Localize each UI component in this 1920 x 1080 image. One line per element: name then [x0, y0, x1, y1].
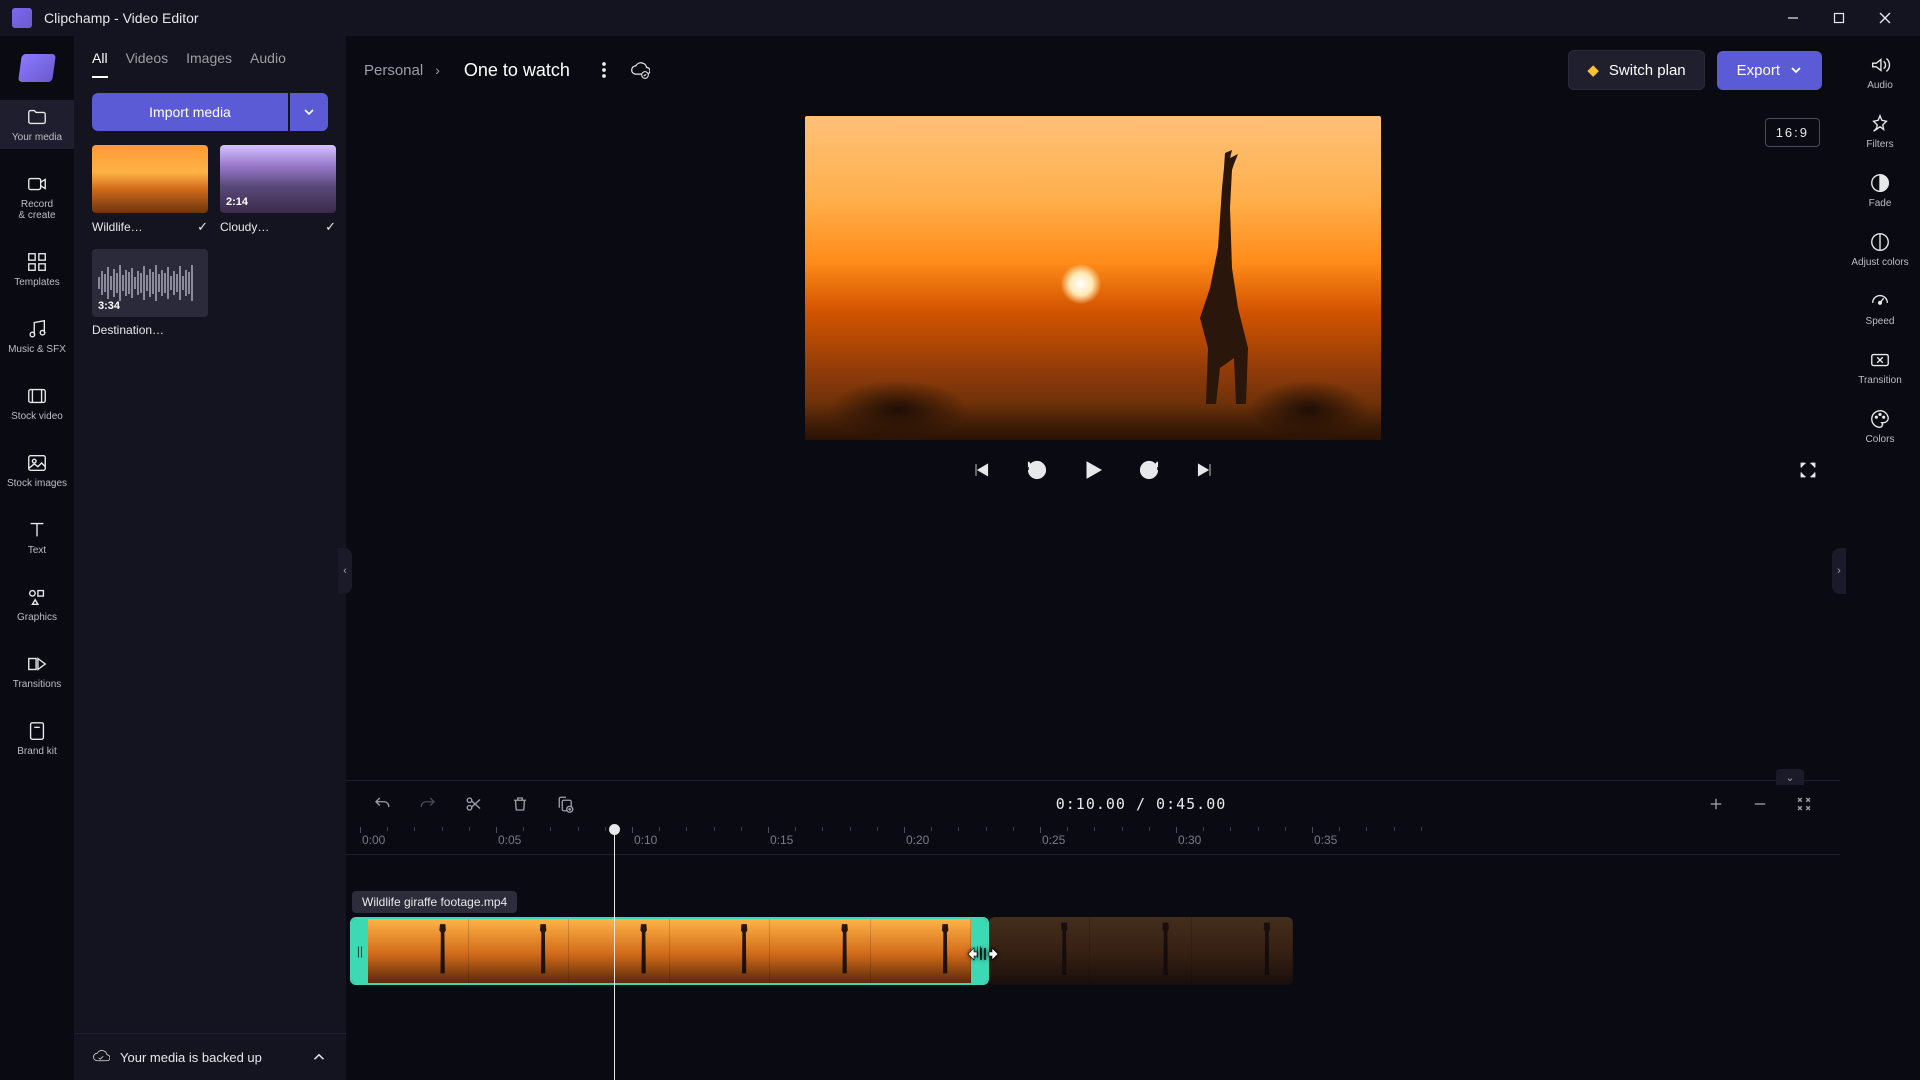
tab-images[interactable]: Images	[186, 50, 232, 78]
check-icon: ✓	[197, 219, 208, 235]
timeline-clip[interactable]: || ||	[350, 917, 989, 985]
play-button[interactable]	[1079, 456, 1107, 484]
skip-forward-button[interactable]	[1191, 456, 1219, 484]
sidebar-item-transitions[interactable]: Transitions	[0, 647, 74, 696]
scene-ground	[805, 404, 1381, 440]
media-thumbnail	[92, 145, 208, 213]
media-name: Wildlife…	[92, 220, 143, 234]
media-duration: 3:34	[98, 300, 120, 312]
chevron-down-icon	[1790, 64, 1802, 76]
title-bar: Clipchamp - Video Editor	[0, 0, 1920, 36]
timeline-toolbar: 0:10.00 / 0:45.00	[346, 781, 1840, 827]
sidebar-item-brand-kit[interactable]: Brand kit	[0, 714, 74, 763]
rewind-button[interactable]	[1023, 456, 1051, 484]
import-media-button[interactable]: Import media	[92, 93, 288, 131]
sidebar-item-stock-video[interactable]: Stock video	[0, 379, 74, 428]
brand-logo-icon	[18, 54, 56, 82]
chevron-down-icon	[303, 106, 315, 118]
media-item[interactable]: Wildlife… ✓	[92, 145, 208, 235]
timeline-ruler[interactable]: 0:000:050:100:150:200:250:300:35	[346, 827, 1840, 855]
tab-all[interactable]: All	[92, 50, 108, 78]
media-item[interactable]: 3:34 Destination…	[92, 249, 208, 337]
scene-giraffe	[1180, 148, 1260, 408]
right-sidebar: › Audio Filters Fade Adjust colors Speed	[1840, 36, 1920, 1080]
check-icon: ✓	[325, 219, 336, 235]
media-duration: 2:14	[226, 196, 248, 208]
backup-status-bar[interactable]: Your media is backed up	[74, 1033, 346, 1080]
maximize-button[interactable]	[1816, 0, 1862, 36]
waveform-icon	[98, 263, 202, 304]
video-preview[interactable]	[805, 116, 1381, 440]
timeline-timestamp: 0:10.00 / 0:45.00	[594, 795, 1688, 813]
kebab-icon	[602, 62, 606, 78]
sidebar-item-text[interactable]: Text	[0, 513, 74, 562]
trim-cursor-icon	[966, 943, 1000, 965]
scene-sun	[1061, 264, 1101, 304]
export-button[interactable]: Export	[1717, 51, 1822, 90]
right-item-transition[interactable]: Transition	[1858, 349, 1902, 386]
fit-timeline-button[interactable]	[1786, 786, 1822, 822]
sidebar-item-stock-images[interactable]: Stock images	[0, 446, 74, 495]
collapse-right-panel-handle[interactable]: ›	[1832, 548, 1846, 594]
clip-frames	[368, 919, 971, 983]
right-item-filters[interactable]: Filters	[1866, 113, 1893, 150]
cloud-sync-icon	[630, 60, 650, 80]
clip-trim-handle-left[interactable]: ||	[352, 919, 368, 983]
sidebar-item-your-media[interactable]: Your media	[0, 100, 74, 149]
right-item-audio[interactable]: Audio	[1867, 54, 1893, 91]
media-thumbnail: 3:34	[92, 249, 208, 317]
timeline-expand-handle[interactable]: ⌄	[1776, 769, 1804, 785]
right-item-adjust-colors[interactable]: Adjust colors	[1851, 231, 1908, 268]
right-item-colors[interactable]: Colors	[1866, 408, 1895, 445]
cloud-check-icon	[92, 1048, 110, 1066]
project-name[interactable]: One to watch	[452, 54, 582, 87]
more-options-button[interactable]	[594, 56, 614, 84]
breadcrumb[interactable]: Personal	[364, 62, 423, 79]
window-title: Clipchamp - Video Editor	[44, 10, 1770, 26]
playhead[interactable]	[614, 827, 615, 1080]
left-sidebar: Your media Record & create Templates Mus…	[0, 36, 74, 1080]
tab-audio[interactable]: Audio	[250, 50, 286, 78]
media-name: Destination…	[92, 323, 164, 337]
timeline: ⌄ 0:10.00 / 0:45.00 0:000:050:100:150:20…	[346, 780, 1840, 1080]
media-item[interactable]: 2:14 Cloudy… ✓	[220, 145, 336, 235]
editor-top-bar: Personal › One to watch ◆ Switch plan Ex…	[346, 36, 1840, 104]
chevron-right-icon: ›	[435, 62, 440, 78]
playback-controls	[346, 440, 1840, 500]
tab-videos[interactable]: Videos	[126, 50, 169, 78]
close-button[interactable]	[1862, 0, 1908, 36]
switch-plan-button[interactable]: ◆ Switch plan	[1568, 50, 1704, 90]
right-item-speed[interactable]: Speed	[1866, 290, 1895, 327]
duplicate-button[interactable]	[548, 786, 584, 822]
sidebar-item-templates[interactable]: Templates	[0, 245, 74, 294]
fullscreen-button[interactable]	[1794, 456, 1822, 484]
zoom-out-button[interactable]	[1742, 786, 1778, 822]
zoom-in-button[interactable]	[1698, 786, 1734, 822]
sync-status-button[interactable]	[626, 56, 654, 84]
sidebar-item-record-create[interactable]: Record & create	[0, 167, 74, 227]
media-tabs: All Videos Images Audio	[74, 36, 346, 79]
media-panel: All Videos Images Audio Import media Wil…	[74, 36, 346, 1080]
media-thumbnail: 2:14	[220, 145, 336, 213]
right-item-fade[interactable]: Fade	[1869, 172, 1892, 209]
aspect-ratio-button[interactable]: 16:9	[1765, 118, 1820, 147]
skip-back-button[interactable]	[967, 456, 995, 484]
chevron-up-icon	[310, 1048, 328, 1066]
minimize-button[interactable]	[1770, 0, 1816, 36]
forward-button[interactable]	[1135, 456, 1163, 484]
undo-button[interactable]	[364, 786, 400, 822]
timeline-tracks[interactable]: Wildlife giraffe footage.mp4 || ||	[346, 855, 1840, 1080]
preview-area: 16:9	[346, 104, 1840, 780]
app-icon	[12, 8, 32, 28]
gem-icon: ◆	[1587, 61, 1599, 79]
sidebar-item-music-sfx[interactable]: Music & SFX	[0, 312, 74, 361]
sidebar-item-graphics[interactable]: Graphics	[0, 580, 74, 629]
delete-button[interactable]	[502, 786, 538, 822]
split-button[interactable]	[456, 786, 492, 822]
media-name: Cloudy…	[220, 220, 269, 234]
import-media-dropdown[interactable]	[290, 93, 328, 131]
redo-button[interactable]	[410, 786, 446, 822]
timeline-clip-ghost	[989, 917, 1293, 985]
clip-tooltip: Wildlife giraffe footage.mp4	[352, 891, 517, 913]
